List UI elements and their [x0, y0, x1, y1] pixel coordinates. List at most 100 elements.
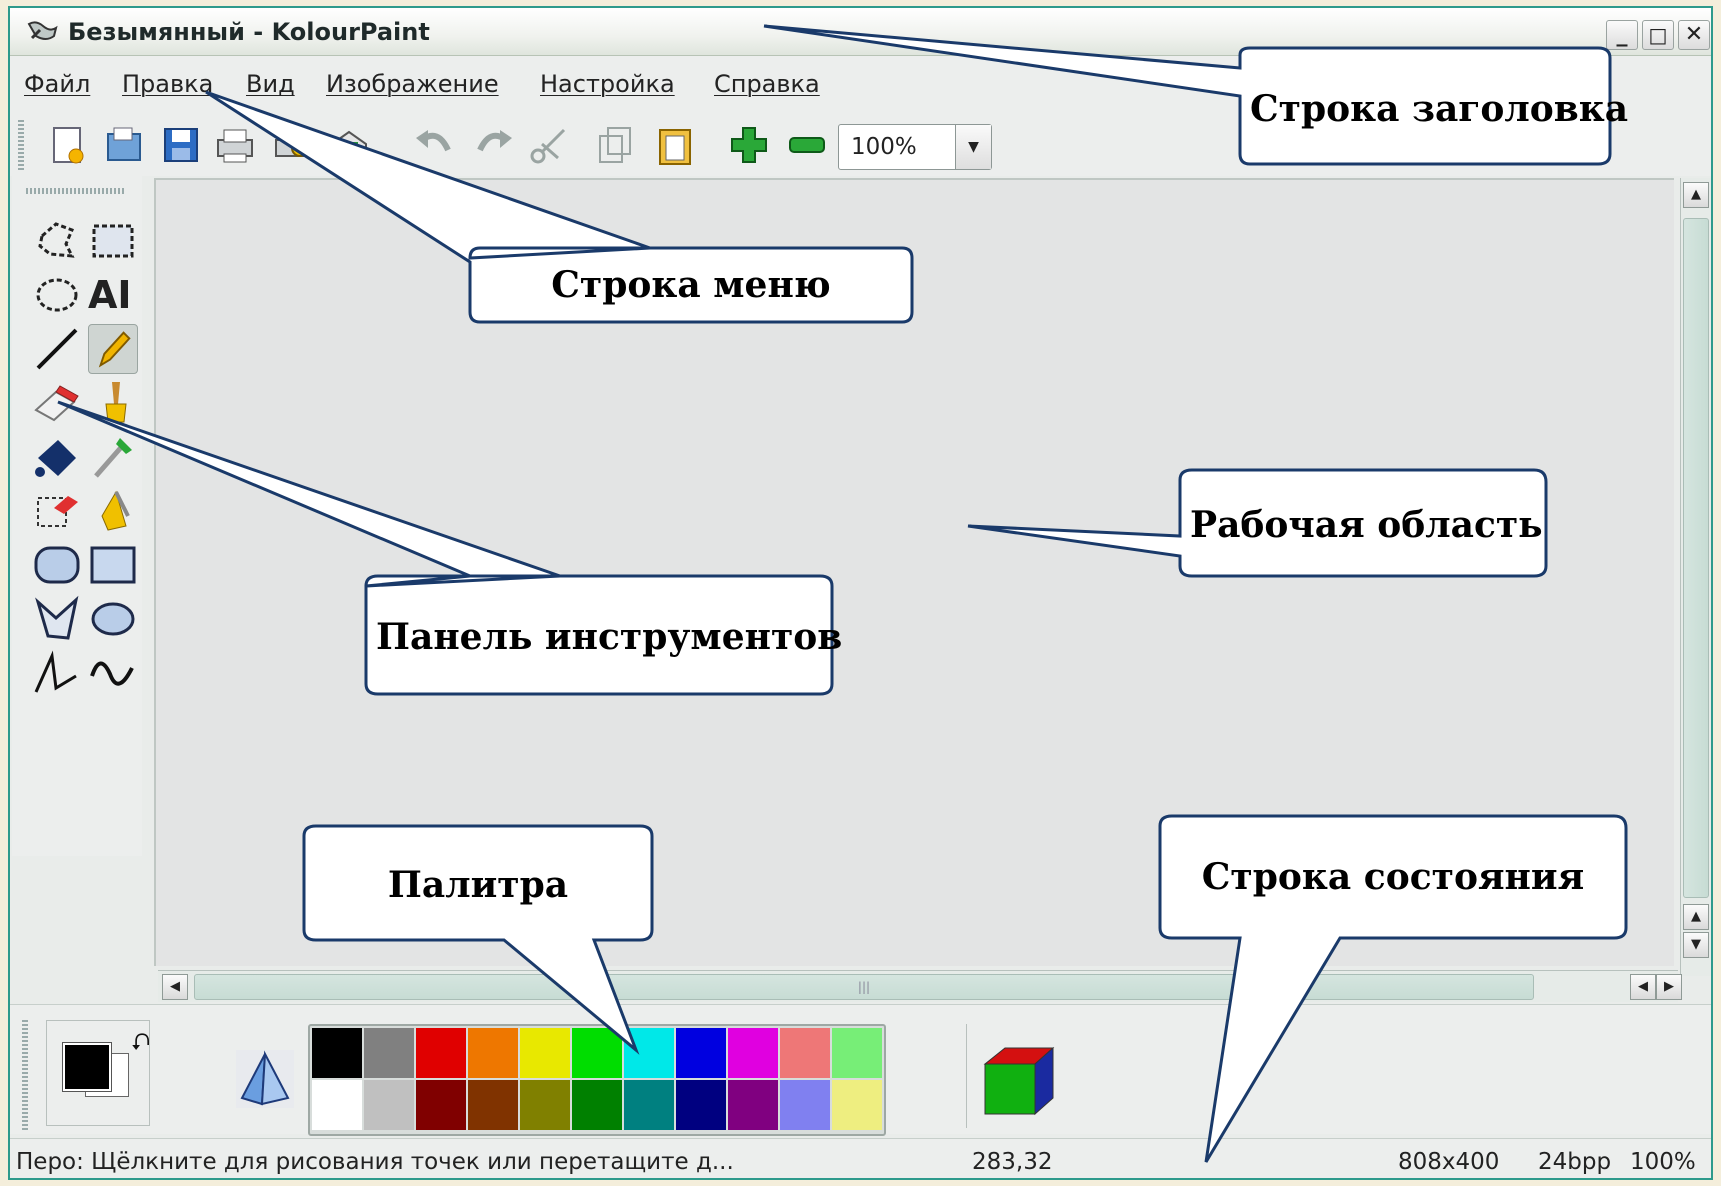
- close-button[interactable]: ✕: [1678, 20, 1710, 50]
- status-bar: Перо: Щёлкните для рисования точек или п…: [10, 1138, 1711, 1178]
- palette-swatch[interactable]: [416, 1028, 466, 1078]
- palette-swatch[interactable]: [364, 1028, 414, 1078]
- palette-swatch[interactable]: [676, 1028, 726, 1078]
- color-picker-icon[interactable]: [88, 432, 138, 482]
- color-palette: [308, 1024, 886, 1136]
- scroll-right-arrow-icon[interactable]: ▶: [1656, 974, 1682, 1000]
- callout-status-bar-label: Строка состояния: [1201, 856, 1585, 898]
- polygon-icon[interactable]: [32, 594, 82, 644]
- print-icon[interactable]: [214, 124, 256, 166]
- save-icon[interactable]: [160, 124, 202, 166]
- palette-swatch[interactable]: [832, 1028, 882, 1078]
- menu-edit[interactable]: Правка: [122, 70, 213, 98]
- brush-icon[interactable]: [88, 378, 138, 428]
- vertical-scrollbar[interactable]: ▲ ▲ ▼: [1680, 178, 1711, 976]
- rounded-rect-icon[interactable]: [32, 540, 82, 590]
- transparency-pyramid-icon[interactable]: [236, 1050, 294, 1108]
- flood-fill-icon[interactable]: [32, 432, 82, 482]
- callout-menu-bar-label: Строка меню: [551, 264, 831, 306]
- menu-file[interactable]: Файл: [24, 70, 90, 98]
- palette-swatch[interactable]: [520, 1028, 570, 1078]
- pen-icon[interactable]: [88, 324, 138, 374]
- scroll-up-arrow-icon[interactable]: ▲: [1683, 182, 1709, 208]
- status-color-depth: 24bpp: [1538, 1149, 1612, 1175]
- palette-swatch[interactable]: [832, 1080, 882, 1130]
- palette-swatch[interactable]: [416, 1080, 466, 1130]
- palette-swatch[interactable]: [728, 1080, 778, 1130]
- status-image-size: 808x400: [1398, 1149, 1500, 1175]
- maximize-button[interactable]: □: [1642, 20, 1674, 50]
- undo-icon[interactable]: [414, 124, 456, 166]
- scroll-down-arrow-icon[interactable]: ▼: [1683, 932, 1709, 958]
- app-window: Безымянный - KolourPaint _ □ ✕ Файл Прав…: [8, 6, 1713, 1180]
- color-selector[interactable]: ⮏: [46, 1020, 150, 1126]
- minimize-button[interactable]: _: [1606, 20, 1638, 50]
- ellipse-select-icon[interactable]: [32, 270, 82, 320]
- scroll-left-arrow-icon[interactable]: ◀: [162, 974, 188, 1000]
- palette-swatch[interactable]: [468, 1028, 518, 1078]
- status-message: Перо: Щёлкните для рисования точек или п…: [16, 1149, 734, 1175]
- color-similarity-box[interactable]: [966, 1024, 1070, 1128]
- redo-icon[interactable]: [472, 124, 514, 166]
- swap-colors-icon[interactable]: ⮏: [131, 1025, 150, 1066]
- zoom-dropdown-arrow[interactable]: ▼: [955, 125, 991, 169]
- spraycan-icon[interactable]: [88, 486, 138, 536]
- color-toolbar-grip[interactable]: [22, 1020, 28, 1130]
- line-icon[interactable]: [32, 324, 82, 374]
- foreground-color-swatch[interactable]: [62, 1042, 112, 1092]
- menu-settings[interactable]: Настройка: [540, 70, 675, 98]
- palette-swatch[interactable]: [780, 1080, 830, 1130]
- print-preview-icon[interactable]: [272, 124, 314, 166]
- palette-swatch[interactable]: [624, 1080, 674, 1130]
- free-form-select-icon[interactable]: [32, 216, 82, 266]
- palette-swatch[interactable]: [676, 1080, 726, 1130]
- horizontal-scroll-thumb[interactable]: |||: [194, 974, 1534, 1000]
- polyline-icon[interactable]: [32, 648, 82, 698]
- toolbar-grip[interactable]: [18, 120, 24, 170]
- palette-swatch[interactable]: [364, 1080, 414, 1130]
- window-title: Безымянный - KolourPaint: [68, 18, 430, 46]
- curve-icon[interactable]: [88, 648, 138, 698]
- color-eraser-icon[interactable]: [32, 486, 82, 536]
- title-bar: Безымянный - KolourPaint _ □ ✕: [10, 8, 1711, 56]
- palette-swatch[interactable]: [520, 1080, 570, 1130]
- zoom-value: 100%: [851, 134, 917, 160]
- callout-work-area-label: Рабочая область: [1190, 504, 1543, 546]
- horizontal-scrollbar[interactable]: ◀ ||| ◀ ▶: [158, 970, 1682, 1002]
- scroll-up-arrow-bottom-icon[interactable]: ▲: [1683, 904, 1709, 930]
- cut-icon[interactable]: [528, 124, 570, 166]
- copy-icon[interactable]: [594, 124, 636, 166]
- menu-view[interactable]: Вид: [246, 70, 295, 98]
- zoom-combobox[interactable]: 100% ▼: [838, 124, 992, 170]
- rect-select-icon[interactable]: [88, 216, 138, 266]
- zoom-out-icon[interactable]: [786, 124, 828, 166]
- palette-swatch[interactable]: [312, 1080, 362, 1130]
- ellipse-icon[interactable]: [88, 594, 138, 644]
- palette-swatch[interactable]: [780, 1028, 830, 1078]
- mail-icon[interactable]: [328, 124, 370, 166]
- palette-swatch[interactable]: [572, 1028, 622, 1078]
- status-zoom: 100%: [1630, 1149, 1696, 1175]
- new-icon[interactable]: [46, 124, 88, 166]
- palette-swatch[interactable]: [468, 1080, 518, 1130]
- palette-swatch[interactable]: [728, 1028, 778, 1078]
- callout-toolbox-label: Панель инструментов: [376, 616, 843, 658]
- toolbox-grip[interactable]: [26, 188, 126, 194]
- color-cube-icon[interactable]: [979, 1038, 1059, 1118]
- open-icon[interactable]: [104, 124, 146, 166]
- menu-help[interactable]: Справка: [714, 70, 820, 98]
- palette-swatch[interactable]: [312, 1028, 362, 1078]
- palette-swatch[interactable]: [624, 1028, 674, 1078]
- rect-icon[interactable]: [88, 540, 138, 590]
- vertical-scroll-thumb[interactable]: [1683, 218, 1709, 898]
- paste-icon[interactable]: [654, 124, 696, 166]
- callout-palette-label: Палитра: [387, 864, 569, 906]
- callout-title-bar-label: Строка заголовка: [1250, 88, 1629, 130]
- eraser-icon[interactable]: [32, 378, 82, 428]
- drawing-canvas[interactable]: [154, 178, 1674, 966]
- scroll-left-arrow-right-icon[interactable]: ◀: [1630, 974, 1656, 1000]
- text-icon[interactable]: AI: [88, 270, 138, 320]
- menu-image[interactable]: Изображение: [326, 70, 499, 98]
- zoom-in-icon[interactable]: [728, 124, 770, 166]
- palette-swatch[interactable]: [572, 1080, 622, 1130]
